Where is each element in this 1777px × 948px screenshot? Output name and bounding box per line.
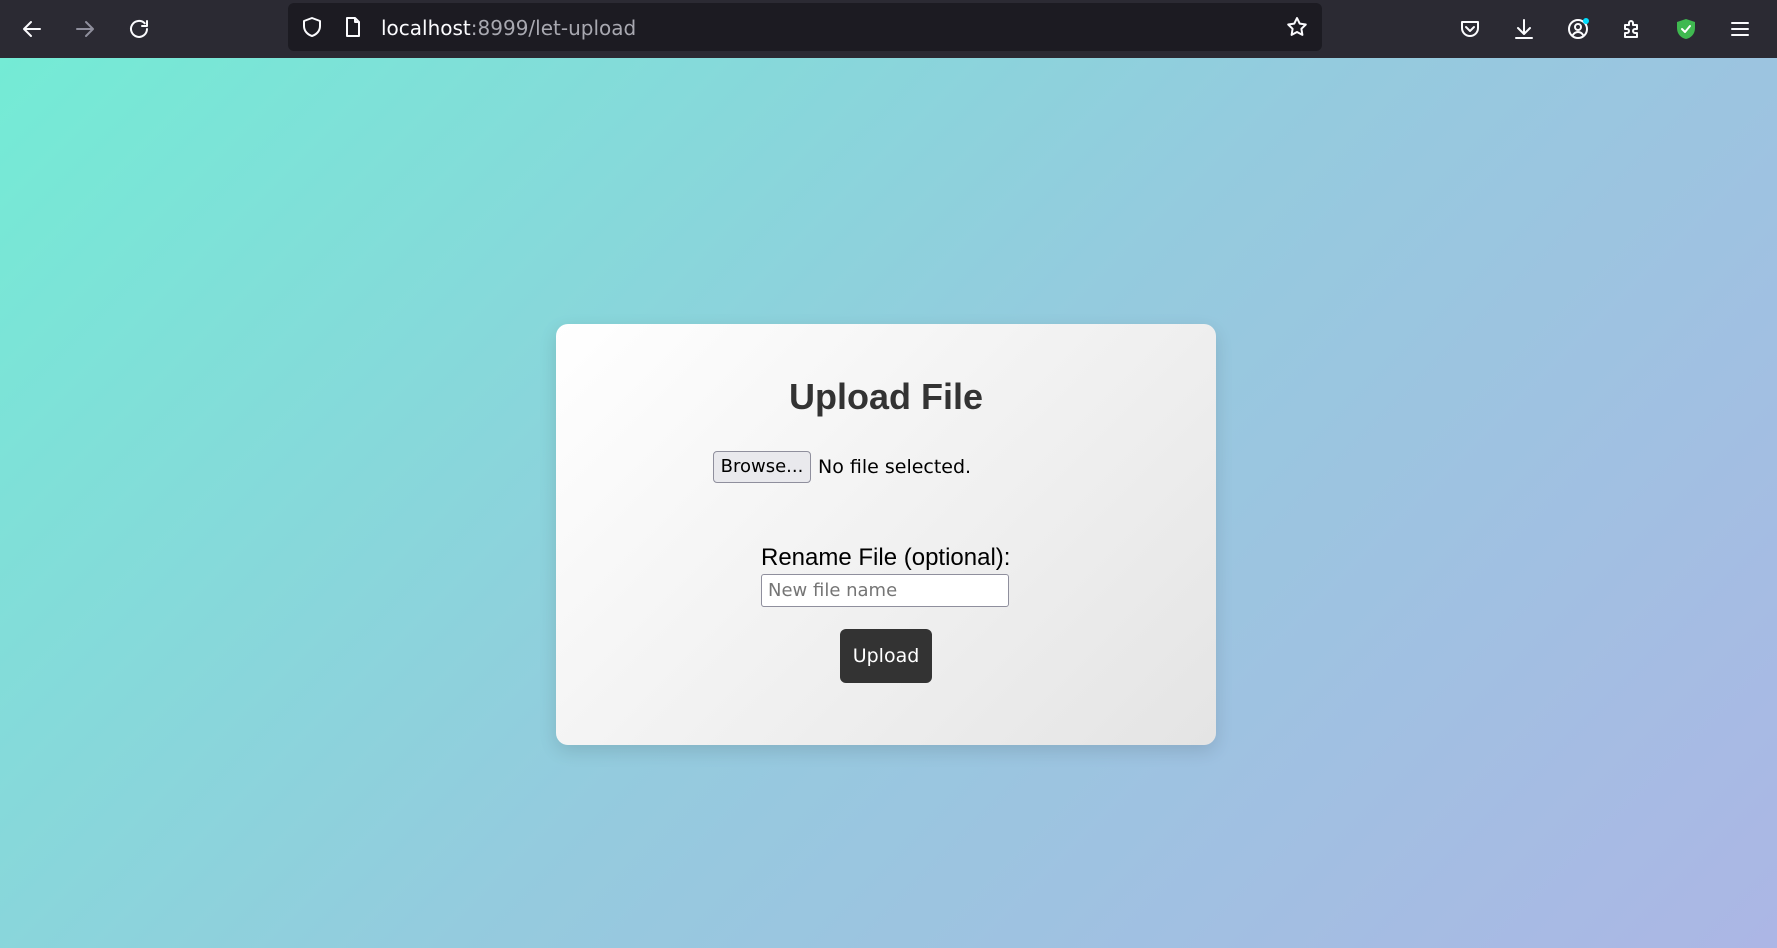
shield-icon[interactable] — [300, 15, 324, 39]
pocket-button[interactable] — [1450, 9, 1490, 49]
page-title: Upload File — [788, 376, 983, 417]
rename-input[interactable] — [761, 574, 1009, 607]
forward-button[interactable] — [65, 9, 105, 49]
star-icon[interactable] — [1285, 15, 1309, 39]
green-shield-icon — [1677, 19, 1695, 39]
arrow-right-icon — [76, 21, 94, 37]
page-icon[interactable] — [341, 15, 365, 39]
upload-card: Upload File Browse... No file selected. … — [556, 324, 1216, 745]
reload-button[interactable] — [119, 9, 159, 49]
arrow-left-icon — [23, 21, 41, 37]
back-button[interactable] — [12, 9, 52, 49]
pocket-icon — [1461, 21, 1479, 37]
upload-button[interactable]: Upload — [840, 629, 932, 683]
account-button[interactable] — [1558, 9, 1598, 49]
puzzle-icon — [1624, 20, 1638, 38]
browse-button[interactable]: Browse... — [713, 451, 811, 483]
app-menu-button[interactable] — [1720, 9, 1760, 49]
address-bar[interactable]: localhost:8999/let-upload — [288, 3, 1322, 51]
downloads-button[interactable] — [1504, 9, 1544, 49]
file-status-text: No file selected. — [818, 456, 972, 478]
account-icon — [1568, 18, 1589, 39]
url-host: localhost — [381, 16, 471, 40]
adblock-button[interactable] — [1666, 9, 1706, 49]
extensions-button[interactable] — [1612, 9, 1652, 49]
page-viewport: Upload File Browse... No file selected. … — [0, 58, 1777, 948]
hamburger-menu-icon — [1731, 22, 1749, 36]
reload-icon — [130, 19, 148, 38]
url-text[interactable]: localhost:8999/let-upload — [381, 16, 636, 40]
rename-label: Rename File (optional): — [761, 544, 1011, 571]
download-icon — [1515, 19, 1533, 39]
url-path: :8999/let-upload — [470, 16, 637, 40]
browser-toolbar: localhost:8999/let-upload — [0, 0, 1777, 58]
